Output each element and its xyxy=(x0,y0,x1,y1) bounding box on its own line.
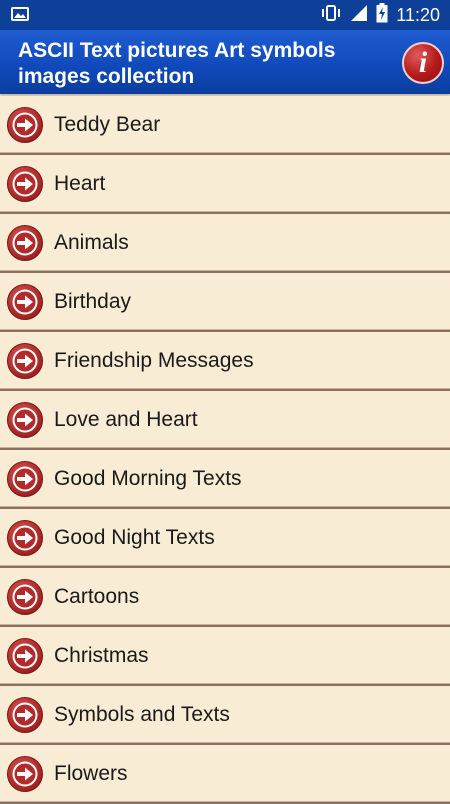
category-item[interactable]: Birthday xyxy=(0,273,450,332)
battery-charging-icon xyxy=(376,2,388,28)
category-label: Christmas xyxy=(54,644,149,667)
category-label: Heart xyxy=(54,172,106,195)
arrow-right-circle-icon xyxy=(6,460,44,498)
category-item[interactable]: Friendship Messages xyxy=(0,332,450,391)
arrow-right-circle-icon xyxy=(6,342,44,380)
info-icon: i xyxy=(418,46,428,79)
arrow-right-circle-icon xyxy=(6,106,44,144)
arrow-right-circle-icon xyxy=(6,401,44,439)
category-item[interactable]: Love and Heart xyxy=(0,391,450,450)
arrow-right-circle-icon xyxy=(6,696,44,734)
signal-icon xyxy=(350,4,368,27)
category-item[interactable]: Heart xyxy=(0,155,450,214)
status-time: 11:20 xyxy=(396,4,440,25)
arrow-right-circle-icon xyxy=(6,578,44,616)
category-label: Teddy Bear xyxy=(54,113,161,136)
category-label: Animals xyxy=(54,231,129,254)
category-label: Good Morning Texts xyxy=(54,467,242,490)
app-title: ASCII Text pictures Art symbols images c… xyxy=(18,39,336,88)
category-item[interactable]: Symbols and Texts xyxy=(0,686,450,745)
category-item[interactable]: Good Night Texts xyxy=(0,509,450,568)
category-item[interactable]: Good Morning Texts xyxy=(0,450,450,509)
arrow-right-circle-icon xyxy=(6,224,44,262)
arrow-right-circle-icon xyxy=(6,519,44,557)
category-item[interactable]: Flowers xyxy=(0,745,450,804)
status-bar: 11:20 xyxy=(0,0,450,30)
arrow-right-circle-icon xyxy=(6,165,44,203)
arrow-right-circle-icon xyxy=(6,283,44,321)
category-list: Teddy Bear Heart Animals Birthday Friendship… xyxy=(0,96,450,804)
app-bar: ASCII Text pictures Art symbols images c… xyxy=(0,30,450,94)
vibrate-icon xyxy=(320,4,342,27)
status-icons: 11:20 xyxy=(320,0,440,30)
category-item[interactable]: Animals xyxy=(0,214,450,273)
arrow-right-circle-icon xyxy=(6,755,44,793)
category-label: Love and Heart xyxy=(54,408,198,431)
category-label: Good Night Texts xyxy=(54,526,215,549)
image-notification-icon xyxy=(11,7,29,21)
category-label: Friendship Messages xyxy=(54,349,254,372)
category-item[interactable]: Christmas xyxy=(0,627,450,686)
category-label: Symbols and Texts xyxy=(54,703,230,726)
category-label: Birthday xyxy=(54,290,132,313)
info-button[interactable]: i xyxy=(402,42,444,84)
category-label: Cartoons xyxy=(54,585,140,608)
category-item[interactable]: Teddy Bear xyxy=(0,96,450,155)
arrow-right-circle-icon xyxy=(6,637,44,675)
category-item[interactable]: Cartoons xyxy=(0,568,450,627)
category-label: Flowers xyxy=(54,762,128,785)
